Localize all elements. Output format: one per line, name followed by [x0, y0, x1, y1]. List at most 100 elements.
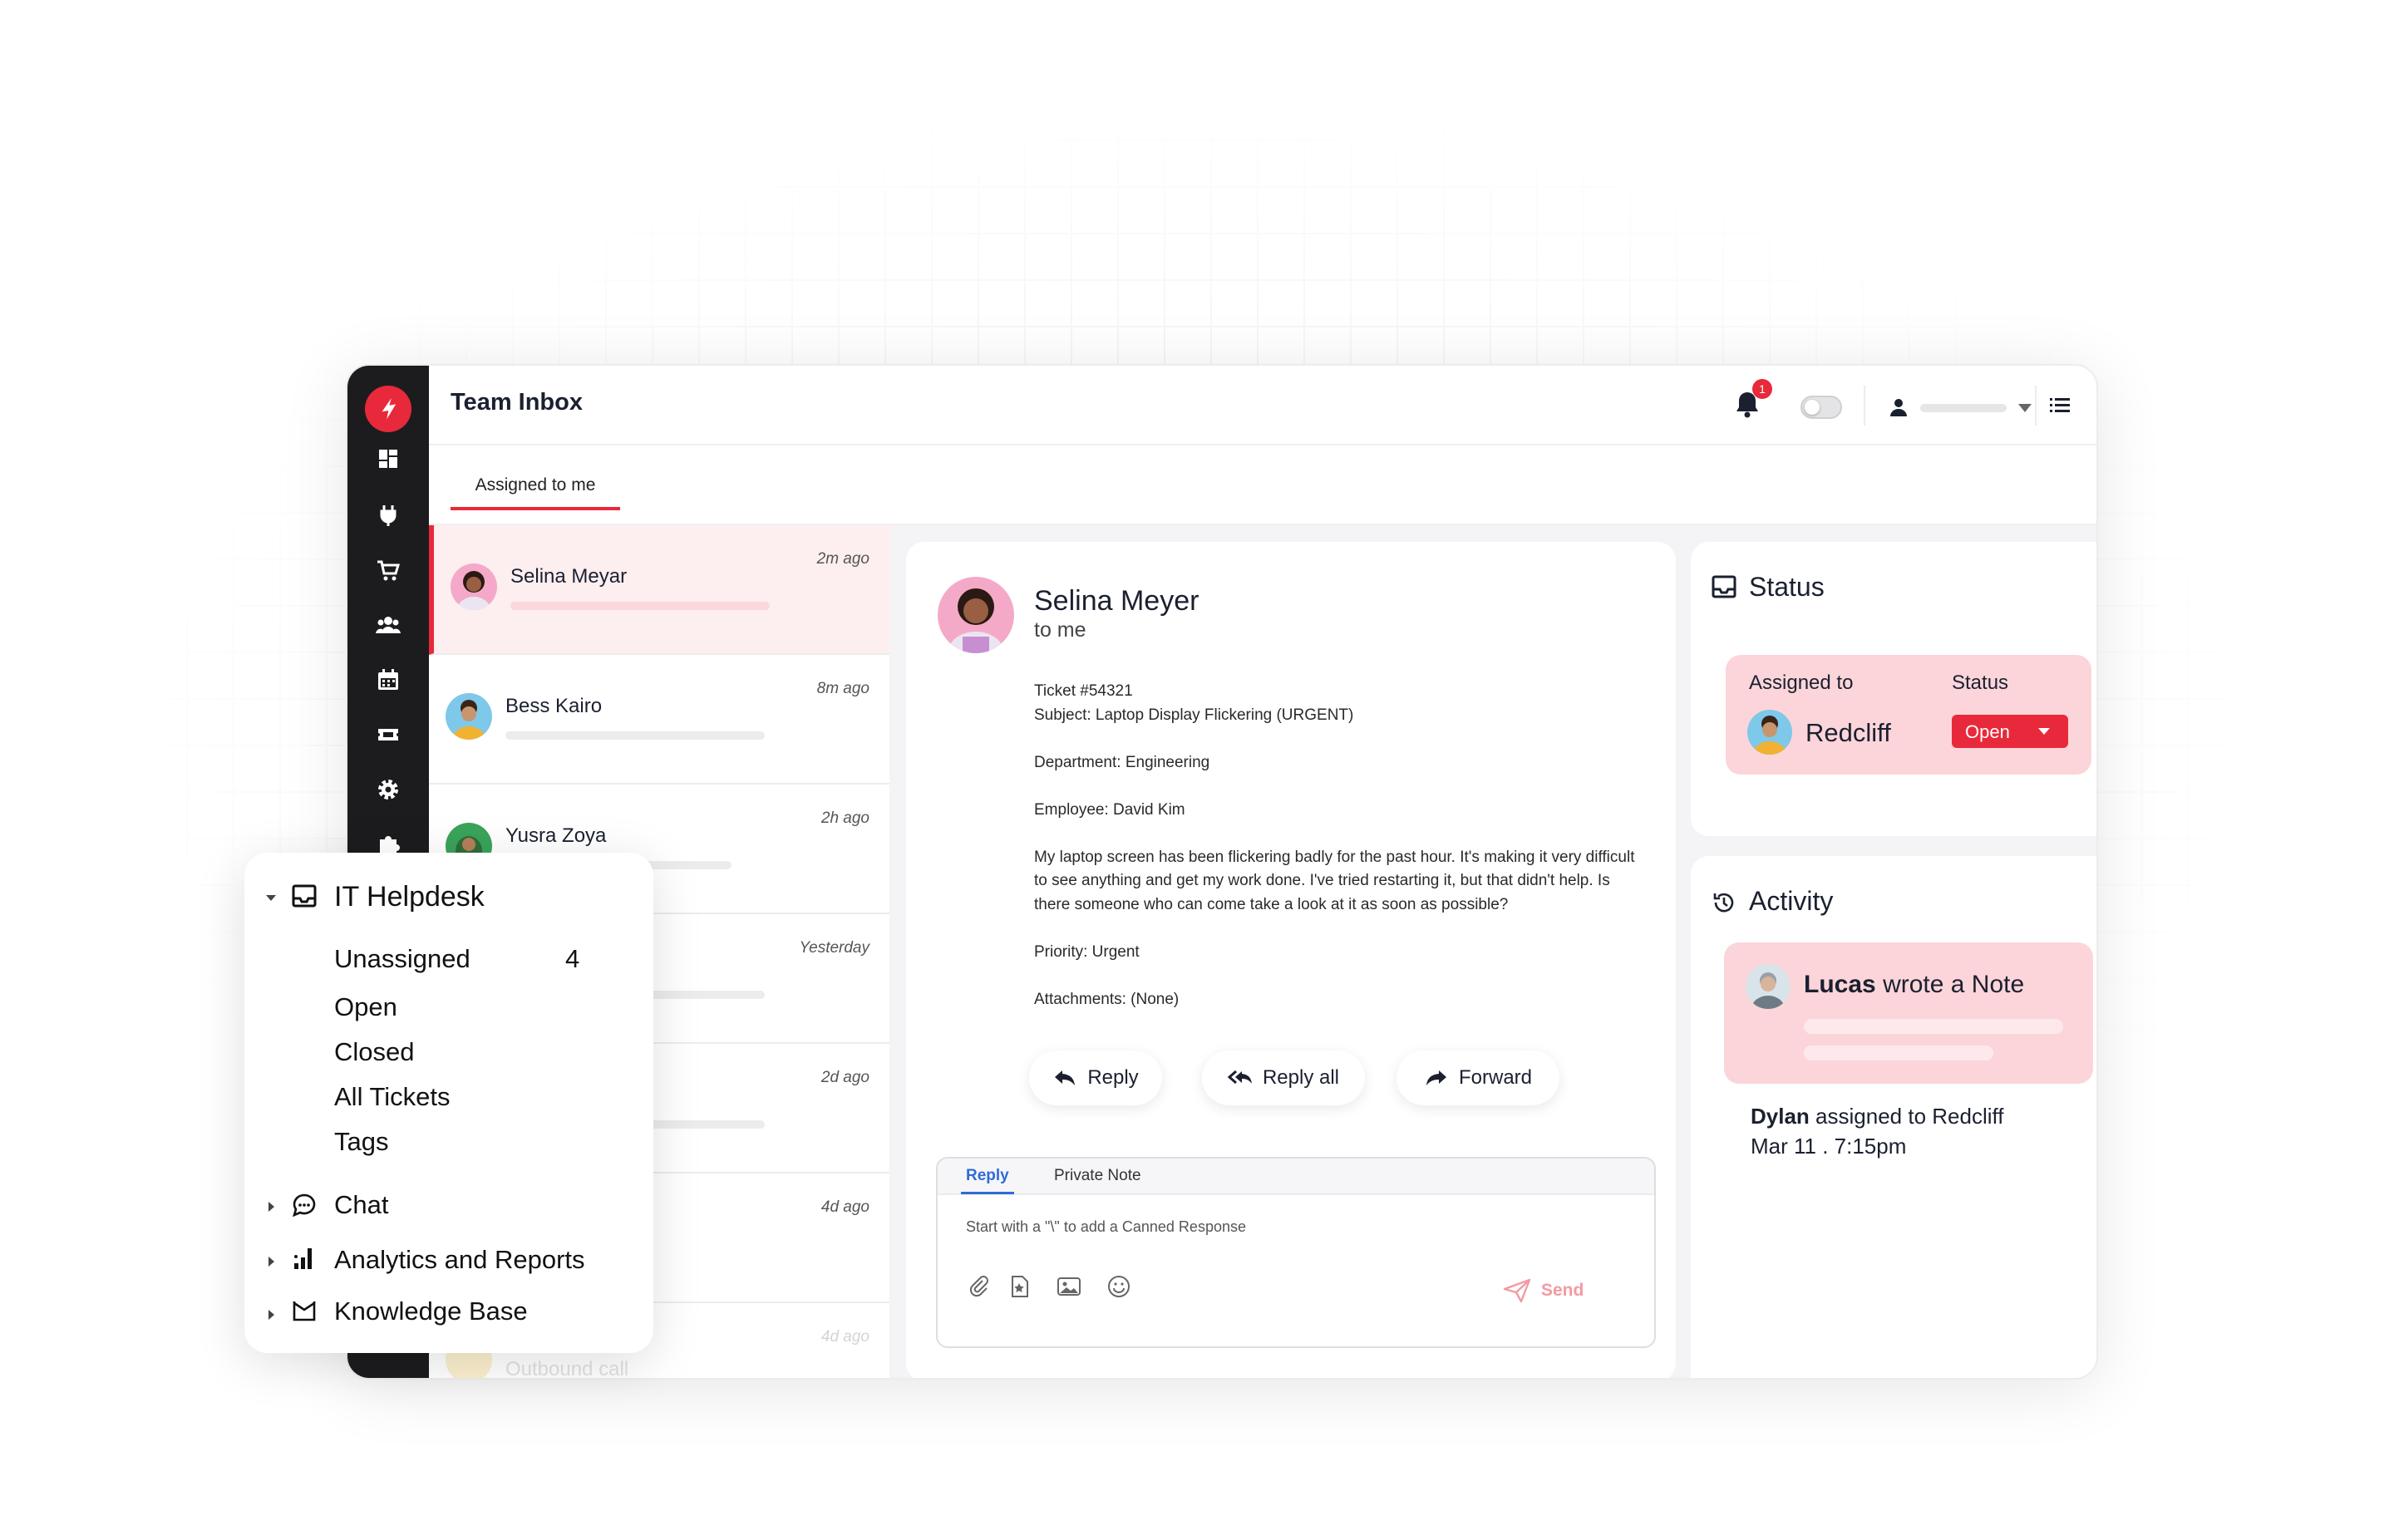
- message-panel: Selina Meyer to me Ticket #54321 Subject…: [906, 542, 1676, 1378]
- conversation-time: 4d ago: [820, 1328, 869, 1346]
- avatar: [1747, 710, 1792, 755]
- top-bar: Team Inbox 1: [429, 366, 2096, 445]
- message-sender: Selina Meyer: [1034, 585, 1199, 617]
- helpdesk-menu-card: IT Helpdesk Unassigned 4 Open Closed All…: [244, 853, 653, 1353]
- caret-right-icon[interactable]: [264, 1255, 278, 1268]
- conversation-time: 2d ago: [820, 1069, 869, 1086]
- ticket-number: Ticket #54321: [1034, 682, 1133, 700]
- chevron-down-icon: [2018, 404, 2032, 412]
- status-card: Assigned to Status Redcliff Open: [1726, 655, 2091, 775]
- ticket-priority: Priority: Urgent: [1034, 942, 1140, 961]
- ticket-subject: Subject: Laptop Display Flickering (URGE…: [1034, 706, 1354, 724]
- activity-title: Activity: [1749, 886, 1834, 916]
- conversation-name: Outbound call: [505, 1358, 629, 1380]
- assigned-label: Assigned to: [1749, 672, 1854, 694]
- clock-icon: [1711, 889, 1737, 916]
- conversation-item[interactable]: Bess Kairo 8m ago: [429, 655, 889, 785]
- gear-icon[interactable]: [375, 776, 401, 803]
- menu-item-analytics[interactable]: Analytics and Reports: [334, 1245, 585, 1275]
- caret-right-icon[interactable]: [264, 1308, 278, 1321]
- inbox-icon: [291, 883, 318, 909]
- reply-button[interactable]: Reply: [1029, 1050, 1162, 1105]
- status-label: Status: [1952, 672, 2009, 694]
- send-button[interactable]: Send: [1503, 1278, 1584, 1303]
- note-text: Lucas wrote a Note: [1804, 971, 2025, 998]
- image-icon[interactable]: [1056, 1273, 1082, 1300]
- tab-bar: Assigned to me: [429, 445, 2096, 525]
- tab-assigned-to-me[interactable]: Assigned to me: [451, 475, 620, 510]
- theme-toggle[interactable]: [1800, 396, 1842, 419]
- reply-all-button[interactable]: Reply all: [1202, 1050, 1365, 1105]
- reply-input[interactable]: Start with a "\" to add a Canned Respons…: [966, 1218, 1246, 1236]
- assignment-event: Dylan assigned to Redcliff: [1751, 1104, 2004, 1129]
- forward-icon: [1426, 1070, 1446, 1085]
- divider: [2035, 386, 2037, 426]
- conversation-time: Yesterday: [799, 939, 870, 957]
- canned-icon[interactable]: [1006, 1273, 1032, 1300]
- user-menu[interactable]: [1880, 391, 2038, 424]
- menu-item-chat[interactable]: Chat: [334, 1190, 388, 1220]
- tab-reply[interactable]: Reply: [961, 1167, 1014, 1194]
- page-title: Team Inbox: [451, 389, 583, 416]
- activity-note-card[interactable]: Lucas wrote a Note: [1724, 942, 2093, 1084]
- tab-private-note[interactable]: Private Note: [1054, 1167, 1141, 1185]
- forward-button[interactable]: Forward: [1396, 1050, 1559, 1105]
- reply-all-icon: [1227, 1070, 1252, 1085]
- team-icon[interactable]: [375, 612, 401, 638]
- note-placeholder: [1804, 1019, 2063, 1034]
- assignment-time: Mar 11 . 7:15pm: [1751, 1134, 1907, 1159]
- knowledge-icon: [291, 1298, 318, 1325]
- cart-icon[interactable]: [375, 557, 401, 583]
- chevron-down-icon: [2038, 728, 2050, 735]
- divider: [1864, 386, 1865, 426]
- conversation-time: 8m ago: [816, 680, 869, 697]
- ticket-description: My laptop screen has been flickering bad…: [1034, 848, 1635, 913]
- conversation-time: 4d ago: [820, 1198, 869, 1216]
- menu-item-open[interactable]: Open: [334, 992, 397, 1022]
- dashboard-icon[interactable]: [375, 445, 401, 472]
- menu-item-all-tickets[interactable]: All Tickets: [334, 1082, 451, 1112]
- conversation-name: Yusra Zoya: [505, 824, 607, 847]
- notification-badge: 1: [1752, 379, 1772, 399]
- ticket-department: Department: Engineering: [1034, 753, 1210, 771]
- user-name-placeholder: [1920, 404, 2007, 412]
- ticket-icon[interactable]: [375, 721, 401, 748]
- conversation-item[interactable]: Selina Meyar 2m ago: [429, 525, 889, 655]
- reply-composer: Reply Private Note Start with a "\" to a…: [936, 1157, 1656, 1348]
- ticket-employee: Employee: David Kim: [1034, 800, 1185, 819]
- menu-item-tags[interactable]: Tags: [334, 1127, 388, 1157]
- conversation-time: 2h ago: [820, 809, 869, 827]
- avatar: [451, 563, 497, 610]
- list-icon[interactable]: [2045, 391, 2075, 421]
- caret-right-icon[interactable]: [264, 1200, 278, 1213]
- caret-down-icon[interactable]: [264, 891, 278, 904]
- conversation-time: 2m ago: [816, 550, 869, 568]
- send-icon: [1503, 1278, 1531, 1303]
- emoji-icon[interactable]: [1106, 1273, 1132, 1300]
- brand-logo[interactable]: [365, 386, 411, 432]
- message-body: Ticket #54321 Subject: Laptop Display Fl…: [1034, 680, 1649, 1036]
- unassigned-count: 4: [565, 944, 580, 973]
- chat-icon: [291, 1192, 318, 1218]
- helpdesk-title[interactable]: IT Helpdesk: [334, 881, 485, 913]
- menu-item-closed[interactable]: Closed: [334, 1037, 415, 1067]
- message-recipient: to me: [1034, 618, 1086, 642]
- avatar: [938, 577, 1014, 653]
- assignee-name[interactable]: Redcliff: [1805, 718, 1891, 748]
- menu-item-knowledge-base[interactable]: Knowledge Base: [334, 1296, 528, 1326]
- paperclip-icon[interactable]: [966, 1273, 993, 1300]
- composer-tabs: Reply Private Note: [938, 1159, 1654, 1195]
- menu-item-unassigned[interactable]: Unassigned: [334, 944, 470, 974]
- status-panel: Status Assigned to Status Redcliff Open: [1691, 542, 2096, 836]
- reply-icon: [1055, 1070, 1076, 1085]
- note-placeholder: [1804, 1046, 1993, 1060]
- plug-icon[interactable]: [375, 502, 401, 529]
- preview-placeholder: [510, 602, 770, 610]
- status-dropdown[interactable]: Open: [1952, 715, 2068, 748]
- calendar-icon[interactable]: [375, 667, 401, 693]
- inbox-icon: [1711, 573, 1737, 600]
- conversation-name: Bess Kairo: [505, 695, 603, 717]
- avatar: [446, 693, 492, 740]
- user-icon: [1890, 399, 1907, 416]
- ticket-attachments: Attachments: (None): [1034, 990, 1180, 1008]
